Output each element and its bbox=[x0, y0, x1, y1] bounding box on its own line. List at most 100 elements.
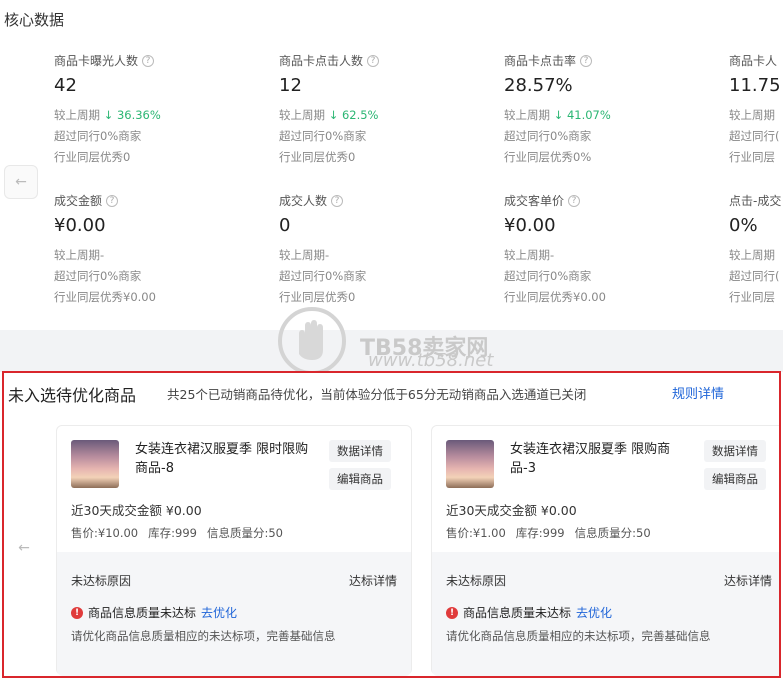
metric-label: 点击-成交 bbox=[729, 194, 782, 208]
price: 售价:¥10.00 bbox=[71, 526, 139, 540]
standard-detail-link[interactable]: 达标详情 bbox=[349, 572, 397, 589]
product-thumbnail[interactable] bbox=[446, 440, 494, 488]
products-prev-arrow-button[interactable]: ← bbox=[10, 533, 38, 563]
metric-buyers: 成交人数? 0 较上周期- 超过同行0%商家 行业同层优秀0 bbox=[279, 192, 489, 308]
watermark-url: www.tb58.net bbox=[368, 350, 494, 371]
warning-row: ! 商品信息质量未达标 去优化 bbox=[446, 604, 612, 621]
data-detail-button[interactable]: 数据详情 bbox=[704, 440, 766, 462]
metric-peer: 超过同行0%商家 bbox=[54, 269, 142, 283]
metric-aov: 成交客单价? ¥0.00 较上周期- 超过同行0%商家 行业同层优秀¥0.00 bbox=[504, 192, 714, 308]
metric-value: ¥0.00 bbox=[504, 215, 556, 236]
metric-value: 11.75 bbox=[729, 75, 781, 96]
metric-peer: 超过同行0%商家 bbox=[279, 269, 367, 283]
metric-industry: 行业同层优秀¥0.00 bbox=[54, 290, 156, 304]
edit-product-button[interactable]: 编辑商品 bbox=[704, 468, 766, 490]
metric-click-conversion: 点击-成交 0% 较上周期 超过同行( 行业同层 bbox=[729, 192, 783, 308]
metric-label: 成交金额 bbox=[54, 194, 103, 208]
unselected-products-panel: 未入选待优化商品 共25个已动销商品待优化，当前体验分低于65分无动销商品入选通… bbox=[2, 371, 781, 678]
optimize-description: 共25个已动销商品待优化，当前体验分低于65分无动销商品入选通道已关闭 bbox=[167, 387, 587, 402]
quality-score: 信息质量分:50 bbox=[206, 526, 283, 540]
metric-industry: 行业同层优秀0 bbox=[54, 150, 131, 164]
reason-description: 请优化商品信息质量相应的未达标项，完善基础信息 bbox=[446, 629, 711, 643]
watermark-hand-logo-icon bbox=[278, 307, 346, 375]
help-icon[interactable]: ? bbox=[142, 54, 155, 67]
reason-description: 请优化商品信息质量相应的未达标项，完善基础信息 bbox=[71, 629, 336, 643]
product-stats: 售价:¥10.00 库存:999 信息质量分:50 bbox=[71, 525, 293, 541]
product-title[interactable]: 女装连衣裙汉服夏季 限购商品-3 bbox=[510, 440, 684, 478]
metric-compare: 较上周期 ↓ 62.5% bbox=[279, 108, 379, 122]
metric-compare: 较上周期 bbox=[729, 248, 775, 262]
product-card: 女装连衣裙汉服夏季 限购商品-3 数据详情 编辑商品 近30天成交金额 ¥0.0… bbox=[431, 425, 779, 676]
reason-panel: 未达标原因 达标详情 ! 商品信息质量未达标 去优化 请优化商品信息质量相应的未… bbox=[432, 552, 779, 676]
product-title[interactable]: 女装连衣裙汉服夏季 限时限购商品-8 bbox=[135, 440, 309, 478]
warning-icon: ! bbox=[71, 606, 83, 619]
reason-panel: 未达标原因 达标详情 ! 商品信息质量未达标 去优化 请优化商品信息质量相应的未… bbox=[57, 552, 411, 676]
metric-compare: 较上周期- bbox=[504, 248, 555, 262]
prev-arrow-button[interactable]: ← bbox=[4, 165, 38, 199]
optimize-link[interactable]: 去优化 bbox=[201, 604, 237, 621]
stock: 库存:999 bbox=[148, 526, 197, 540]
metric-peer: 超过同行0%商家 bbox=[279, 129, 367, 143]
data-detail-button[interactable]: 数据详情 bbox=[329, 440, 391, 462]
metric-ctr: 商品卡点击率? 28.57% 较上周期 ↓ 41.07% 超过同行0%商家 行业… bbox=[504, 52, 714, 168]
metric-value: 28.57% bbox=[504, 75, 573, 96]
help-icon[interactable]: ? bbox=[331, 194, 344, 207]
metric-peer: 超过同行0%商家 bbox=[504, 129, 592, 143]
metric-industry: 行业同层 bbox=[729, 150, 775, 164]
edit-product-button[interactable]: 编辑商品 bbox=[329, 468, 391, 490]
reason-title: 未达标原因 bbox=[446, 574, 507, 588]
metric-compare: 较上周期- bbox=[54, 248, 105, 262]
metric-peer: 超过同行0%商家 bbox=[504, 269, 592, 283]
metric-compare: 较上周期 ↓ 41.07% bbox=[504, 108, 611, 122]
warning-text: 商品信息质量未达标 bbox=[88, 606, 197, 620]
metric-peer: 超过同行( bbox=[729, 269, 780, 283]
reason-title: 未达标原因 bbox=[71, 574, 132, 588]
quality-score: 信息质量分:50 bbox=[574, 526, 651, 540]
metric-value: ¥0.00 bbox=[54, 215, 106, 236]
metric-industry: 行业同层 bbox=[729, 290, 775, 304]
metric-compare: 较上周期 ↓ 36.36% bbox=[54, 108, 161, 122]
trend-down-badge: ↓ 36.36% bbox=[103, 108, 161, 122]
metric-label: 成交人数 bbox=[279, 194, 328, 208]
warning-text: 商品信息质量未达标 bbox=[463, 606, 572, 620]
metric-label: 商品卡点击人数 bbox=[279, 54, 364, 68]
help-icon[interactable]: ? bbox=[106, 194, 119, 207]
optimize-link[interactable]: 去优化 bbox=[576, 604, 612, 621]
product-thumbnail[interactable] bbox=[71, 440, 119, 488]
warning-row: ! 商品信息质量未达标 去优化 bbox=[71, 604, 237, 621]
metric-value: 42 bbox=[54, 75, 77, 96]
metric-label: 商品卡曝光人数 bbox=[54, 54, 139, 68]
metric-peer: 超过同行( bbox=[729, 129, 780, 143]
metric-industry: 行业同层优秀0 bbox=[279, 150, 356, 164]
trend-down-badge: ↓ 41.07% bbox=[553, 108, 611, 122]
metric-value: 12 bbox=[279, 75, 302, 96]
product-card: 女装连衣裙汉服夏季 限时限购商品-8 数据详情 编辑商品 近30天成交金额 ¥0… bbox=[56, 425, 412, 676]
metric-value: 0% bbox=[729, 215, 758, 236]
core-data-title: 核心数据 bbox=[4, 11, 65, 29]
metric-exposure: 商品卡曝光人数? 42 较上周期 ↓ 36.36% 超过同行0%商家 行业同层优… bbox=[54, 52, 264, 168]
metric-industry: 行业同层优秀¥0.00 bbox=[504, 290, 606, 304]
metric-gmv: 成交金额? ¥0.00 较上周期- 超过同行0%商家 行业同层优秀¥0.00 bbox=[54, 192, 264, 308]
product-stats: 售价:¥1.00 库存:999 信息质量分:50 bbox=[446, 525, 661, 541]
metric-label: 成交客单价 bbox=[504, 194, 565, 208]
sales-30d: 近30天成交金额 ¥0.00 bbox=[71, 503, 202, 518]
metric-industry: 行业同层优秀0 bbox=[279, 290, 356, 304]
stock: 库存:999 bbox=[515, 526, 565, 540]
metric-industry: 行业同层优秀0% bbox=[504, 150, 592, 164]
metric-per-person: 商品卡人 11.75 较上周期 超过同行( 行业同层 bbox=[729, 52, 783, 168]
help-icon[interactable]: ? bbox=[568, 194, 581, 207]
sales-30d: 近30天成交金额 ¥0.00 bbox=[446, 503, 577, 518]
metric-label: 商品卡人 bbox=[729, 54, 778, 68]
optimize-title: 未入选待优化商品 bbox=[8, 386, 137, 405]
help-icon[interactable]: ? bbox=[580, 54, 593, 67]
price: 售价:¥1.00 bbox=[446, 526, 506, 540]
metric-compare: 较上周期 bbox=[729, 108, 775, 122]
rule-detail-link[interactable]: 规则详情 bbox=[672, 383, 724, 402]
help-icon[interactable]: ? bbox=[367, 54, 380, 67]
metric-compare: 较上周期- bbox=[279, 248, 330, 262]
standard-detail-link[interactable]: 达标详情 bbox=[724, 572, 772, 589]
metric-clicks: 商品卡点击人数? 12 较上周期 ↓ 62.5% 超过同行0%商家 行业同层优秀… bbox=[279, 52, 489, 168]
metric-value: 0 bbox=[279, 215, 291, 236]
warning-icon: ! bbox=[446, 606, 458, 619]
trend-down-badge: ↓ 62.5% bbox=[328, 108, 379, 122]
